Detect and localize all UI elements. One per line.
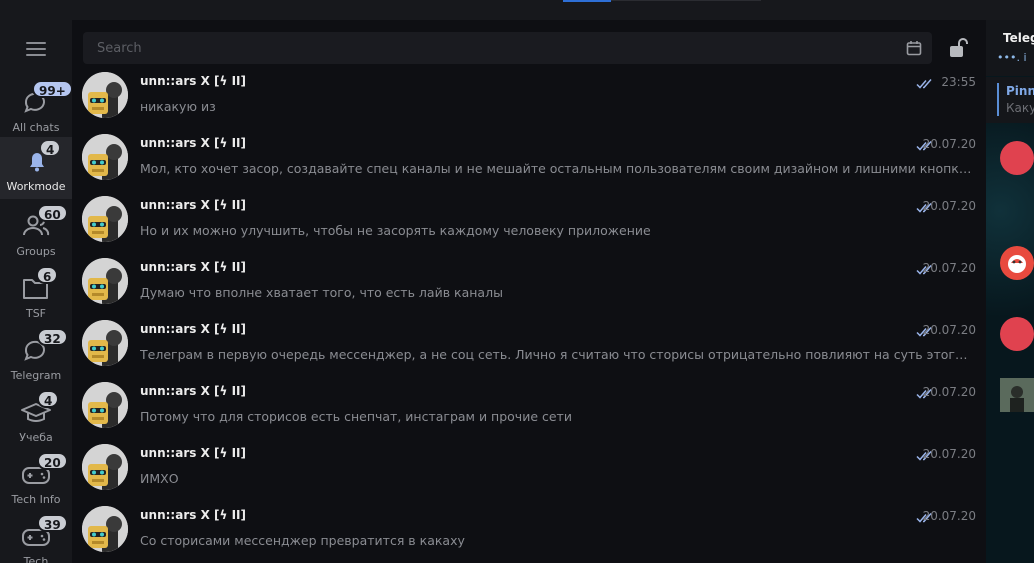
message-time: 20.07.20 bbox=[922, 385, 976, 399]
folder-workmode[interactable]: 4 Workmode bbox=[0, 137, 72, 199]
message-result-row[interactable]: unn::ars X [ϟ II] 20.07.20Думаю что вполн… bbox=[72, 258, 986, 320]
chat-panel: Teleg •••. i Pinn Каку bbox=[986, 20, 1034, 563]
folder-tech[interactable]: 39 Tech bbox=[0, 512, 72, 563]
chat-status: •••. i bbox=[997, 51, 1027, 64]
folder-label: Учеба bbox=[19, 431, 53, 444]
avatar bbox=[82, 506, 128, 552]
message-time: 20.07.20 bbox=[922, 199, 976, 213]
folder-label: Tech bbox=[23, 555, 49, 563]
sender-name: unn::ars X [ϟ II] bbox=[140, 260, 246, 274]
folder-groups[interactable]: 60 Groups bbox=[0, 202, 72, 264]
message-time: 20.07.20 bbox=[922, 509, 976, 523]
message-snippet: ИМХО bbox=[140, 471, 179, 486]
message-snippet: Думаю что вполне хватает того, что есть … bbox=[140, 285, 503, 300]
chat-title: Teleg bbox=[1003, 31, 1034, 45]
avatar bbox=[82, 134, 128, 180]
window-top-bar bbox=[0, 0, 1034, 20]
avatar bbox=[82, 196, 128, 242]
search-results-pane: unn::ars X [ϟ II]23:55никакую изunn::ars… bbox=[72, 20, 986, 563]
unlock-icon[interactable] bbox=[949, 37, 969, 59]
folder-label: TSF bbox=[25, 307, 47, 320]
sender-name: unn::ars X [ϟ II] bbox=[140, 384, 246, 398]
folder-label: Groups bbox=[16, 245, 56, 258]
message-result-row[interactable]: unn::ars X [ϟ II] 20.07.20Со сторисами ме… bbox=[72, 506, 986, 563]
message-result-row[interactable]: unn::ars X [ϟ II] 23:55никакую из bbox=[72, 72, 986, 134]
chat-header[interactable]: Teleg •••. i bbox=[986, 20, 1034, 76]
message-snippet: Мол, кто хочет засор, создавайте спец ка… bbox=[140, 161, 975, 176]
sender-name: unn::ars X [ϟ II] bbox=[140, 74, 246, 88]
folder-label: Tech Info bbox=[11, 493, 61, 506]
folder-label: Telegram bbox=[10, 369, 62, 382]
unread-badge: 39 bbox=[37, 514, 68, 532]
sender-name: unn::ars X [ϟ II] bbox=[140, 508, 246, 522]
calendar-icon[interactable] bbox=[906, 40, 922, 56]
sender-name: unn::ars X [ϟ II] bbox=[140, 198, 246, 212]
pinned-indicator bbox=[997, 83, 999, 116]
folder-tsf[interactable]: 6 TSF bbox=[0, 264, 72, 326]
sender-name: unn::ars X [ϟ II] bbox=[140, 446, 246, 460]
folder-telegram[interactable]: 32 Telegram bbox=[0, 326, 72, 388]
message-result-row[interactable]: unn::ars X [ϟ II] 20.07.20Потому что для … bbox=[72, 382, 986, 444]
unread-badge: 60 bbox=[37, 204, 68, 222]
double-check-icon bbox=[916, 75, 934, 89]
pinned-message-bar[interactable]: Pinn Каку bbox=[986, 77, 1034, 123]
unread-badge: 6 bbox=[36, 266, 59, 284]
unread-badge: 32 bbox=[37, 328, 68, 346]
message-snippet: Телеграм в первую очередь мессенджер, а … bbox=[140, 347, 975, 362]
folder-tech-info[interactable]: 20 Tech Info bbox=[0, 450, 72, 512]
sender-name: unn::ars X [ϟ II] bbox=[140, 322, 246, 336]
search-box[interactable] bbox=[83, 32, 932, 64]
message-time: 23:55 bbox=[941, 75, 976, 89]
folder-label: All chats bbox=[12, 121, 60, 134]
message-result-row[interactable]: unn::ars X [ϟ II] 20.07.20Мол, кто хочет … bbox=[72, 134, 986, 196]
tab-track bbox=[611, 0, 761, 1]
message-result-row[interactable]: unn::ars X [ϟ II] 20.07.20ИМХО bbox=[72, 444, 986, 506]
folder-sidebar: 99+ All chats 4 Workmode 60 Groups 6 TSF… bbox=[0, 20, 73, 563]
avatar bbox=[82, 444, 128, 490]
message-snippet: Со сторисами мессенджер превратится в ка… bbox=[140, 533, 465, 548]
message-time: 20.07.20 bbox=[922, 323, 976, 337]
folder-label: Workmode bbox=[6, 180, 66, 193]
unread-badge: 99+ bbox=[32, 80, 73, 98]
unread-badge: 20 bbox=[37, 452, 68, 470]
menu-icon[interactable] bbox=[26, 42, 46, 56]
message-snippet: Но и их можно улучшить, чтобы не засорят… bbox=[140, 223, 651, 238]
message-result-row[interactable]: unn::ars X [ϟ II] 20.07.20Телеграм в перв… bbox=[72, 320, 986, 382]
avatar bbox=[82, 72, 128, 118]
avatar bbox=[82, 258, 128, 304]
avatar[interactable] bbox=[1000, 378, 1034, 412]
message-snippet: никакую из bbox=[140, 99, 216, 114]
message-time: 20.07.20 bbox=[922, 447, 976, 461]
message-time: 20.07.20 bbox=[922, 261, 976, 275]
folder-ucheba[interactable]: 4 Учеба bbox=[0, 388, 72, 450]
avatar[interactable] bbox=[1000, 317, 1034, 351]
message-result-row[interactable]: unn::ars X [ϟ II] 20.07.20Но и их можно у… bbox=[72, 196, 986, 258]
avatar[interactable] bbox=[1000, 246, 1034, 280]
avatar bbox=[82, 320, 128, 366]
search-input[interactable] bbox=[83, 32, 893, 64]
message-snippet: Потому что для сторисов есть снепчат, ин… bbox=[140, 409, 572, 424]
pinned-title: Pinn bbox=[1006, 84, 1034, 98]
message-results-list: unn::ars X [ϟ II] 23:55 никакую из unn::ars… bbox=[72, 72, 986, 563]
unread-badge: 4 bbox=[39, 139, 62, 157]
active-tab-indicator bbox=[563, 0, 611, 2]
sender-name: unn::ars X [ϟ II] bbox=[140, 136, 246, 150]
message-time: 20.07.20 bbox=[922, 137, 976, 151]
unread-badge: 4 bbox=[37, 390, 60, 408]
folder-all-chats[interactable]: 99+ All chats bbox=[0, 78, 73, 140]
avatar bbox=[82, 382, 128, 428]
avatar[interactable] bbox=[1000, 141, 1034, 175]
pinned-text: Каку bbox=[1006, 101, 1034, 115]
